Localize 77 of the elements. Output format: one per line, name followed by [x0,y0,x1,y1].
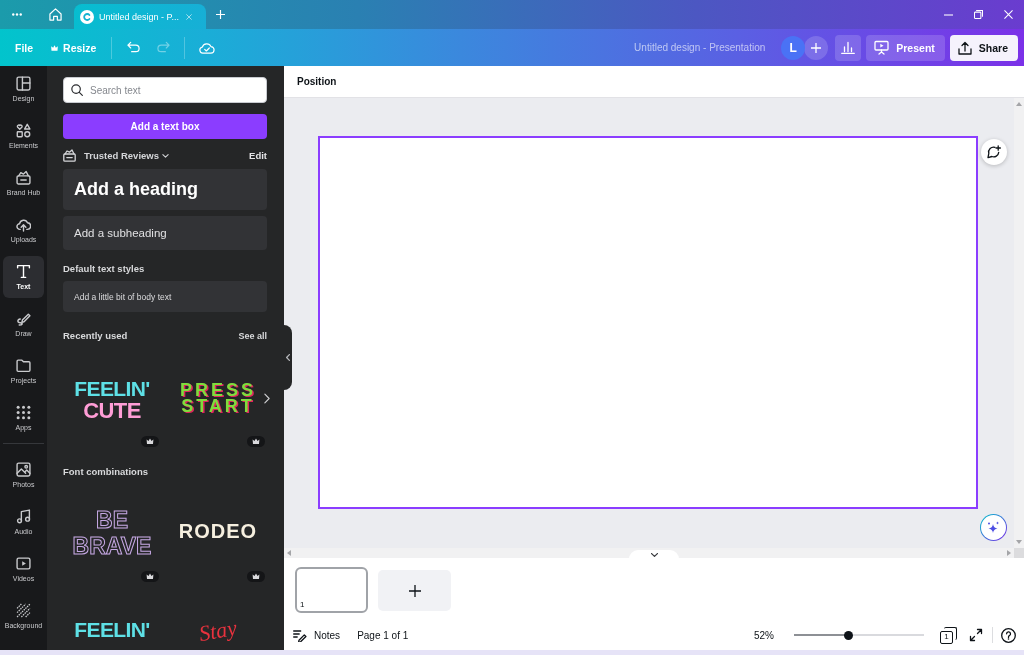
text-template[interactable]: Stay [199,620,237,642]
text-style-button[interactable]: Add a subheading [63,216,267,250]
help-icon [1001,627,1016,643]
chevron-down-icon [650,552,658,557]
comment-add-icon [987,145,1001,159]
section-heading: Font combinations [63,466,149,478]
section-heading: Default text styles [63,263,146,275]
text-template[interactable]: RODEO [178,521,258,541]
left-arrow-icon [287,550,291,556]
redo-icon [155,41,171,54]
cloud-upload-icon [16,217,31,232]
chevron-right-icon[interactable] [264,393,270,404]
pen-icon [16,311,31,326]
minimize-icon [943,13,953,16]
fullscreen-icon [969,628,983,642]
image-icon [16,462,31,477]
page-indicator[interactable]: Page 1 of 1 [357,629,409,641]
text-style-button[interactable]: Add a little bit of body text [63,281,267,312]
search-field[interactable]: Search text [63,77,267,103]
zoom-reading: 52% [754,629,774,641]
music-note-icon [16,509,31,524]
text-style-button[interactable]: Add a heading [63,169,267,210]
restore-icon [973,10,983,19]
down-arrow-icon [1016,540,1022,544]
chevron-down-icon [162,153,169,158]
slider-thumb[interactable] [844,630,854,640]
fullscreen-button[interactable] [969,628,983,642]
text-template[interactable]: FEELIN' [74,619,150,640]
close-icon [1003,10,1013,19]
cloud-check-icon [199,41,216,54]
collapse-pages-button[interactable] [629,550,679,559]
app-logo-icon [80,9,94,24]
box-icon [63,149,76,162]
present-button[interactable]: Present [866,34,945,61]
undo-icon [125,41,141,54]
document-title: Untitled design - Presentation [634,42,766,53]
magic-button[interactable] [980,514,1007,541]
text-template[interactable]: BE BRAVE [72,507,152,559]
add-comment-button[interactable] [981,139,1007,165]
plus-icon [811,42,822,53]
section-heading: Recently used [63,330,128,342]
collapse-panel-button[interactable] [284,325,292,390]
toolbar-label: Position [297,76,337,87]
layout-icon [16,76,31,91]
scrollbar-corner [1014,548,1024,558]
see-all-link[interactable]: See all [238,331,267,341]
text-template[interactable]: PRESS START [180,382,256,414]
up-arrow-icon [1016,102,1022,106]
text-icon [16,264,31,279]
shapes-icon [16,123,31,138]
insights-button[interactable] [835,34,862,61]
share-button[interactable]: Share [949,34,1018,61]
plus-icon [408,584,421,597]
presentation-icon [874,40,890,55]
search-icon [71,84,83,96]
home-icon [48,8,62,21]
plus-icon [215,10,225,19]
bar-chart-icon [841,41,856,54]
help-button[interactable] [1001,627,1016,643]
sparkle-icon [987,521,1000,534]
add-collaborator-button[interactable] [804,35,829,60]
edit-link[interactable]: Edit [249,150,267,161]
more-dots-icon [11,13,23,16]
notes-button[interactable]: Notes [293,628,341,642]
text-template[interactable]: FEELIN' CUTE [74,378,150,422]
notes-icon [293,628,307,642]
grid-icon [16,405,31,420]
upload-icon [957,40,972,55]
page-thumbnail[interactable]: 1 [295,567,368,613]
add-text-box-button[interactable]: Add a text box [63,114,267,139]
brand-kit-dropdown[interactable]: Trusted Reviews [84,150,169,161]
chevron-left-icon [286,354,290,361]
box-icon [16,170,31,185]
folder-icon [16,358,31,373]
video-icon [16,556,31,571]
right-arrow-icon [1007,550,1011,556]
user-avatar[interactable]: L [781,35,806,60]
